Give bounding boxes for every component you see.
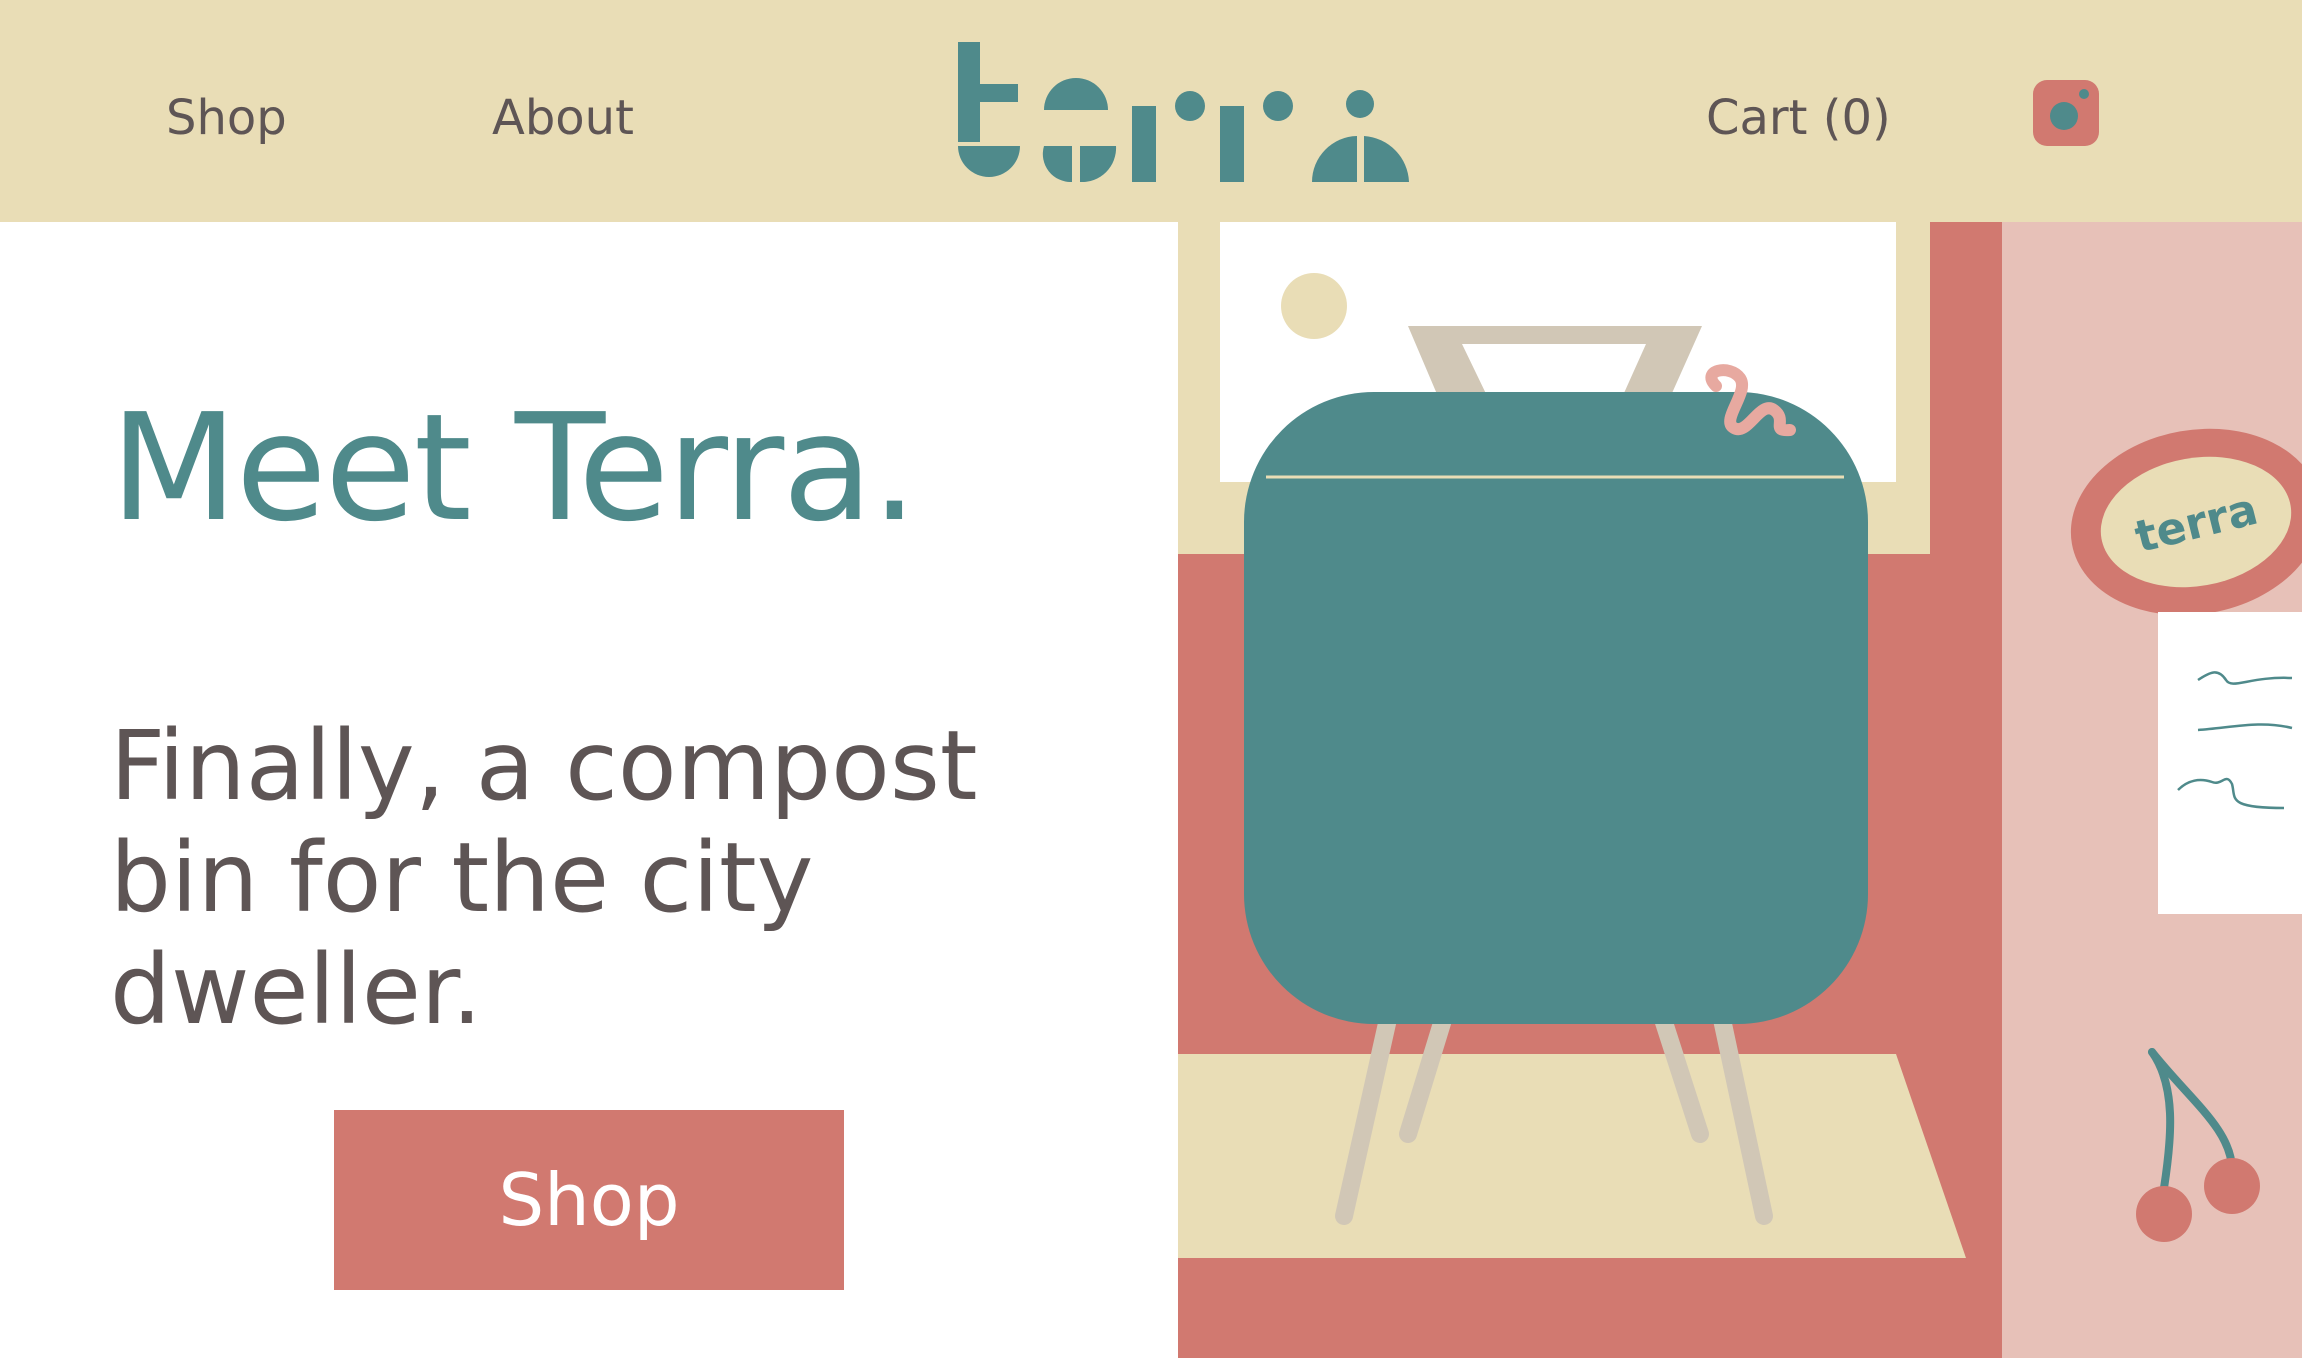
sign-inner	[2100, 456, 2292, 588]
sign-oval	[2070, 428, 2302, 616]
note-scribble-2	[2197, 723, 2293, 732]
nav-about-link[interactable]: About	[492, 88, 634, 148]
note-scribble-3	[2177, 777, 2285, 810]
cart-link[interactable]: Cart (0)	[1706, 88, 1891, 148]
bin-legs	[1335, 1001, 1773, 1225]
note-card	[2158, 612, 2302, 914]
terra-logo[interactable]	[952, 36, 1412, 182]
note-scribble-1	[2197, 671, 2293, 685]
bin-handle	[1408, 326, 1702, 420]
window-frame	[1178, 222, 1930, 554]
nav-shop-link[interactable]: Shop	[166, 88, 287, 148]
hero-title: Meet Terra.	[110, 382, 918, 554]
bin-body	[1244, 392, 1868, 1024]
blush-panel	[2002, 222, 2302, 1358]
coral-wall	[1178, 222, 2002, 1358]
cherries-icon	[2136, 1048, 2260, 1242]
instagram-icon[interactable]	[2033, 80, 2099, 146]
counter-front	[1178, 1258, 2002, 1358]
hero-shop-button[interactable]: Shop	[334, 1110, 844, 1290]
hero-subtitle: Finally, a compost bin for the city dwel…	[110, 710, 978, 1046]
worm-icon	[1705, 364, 1796, 437]
sun-icon	[1281, 273, 1347, 339]
sign-text: terra	[2130, 484, 2263, 563]
counter-top	[1178, 1054, 1966, 1258]
window-pane	[1220, 222, 1896, 482]
